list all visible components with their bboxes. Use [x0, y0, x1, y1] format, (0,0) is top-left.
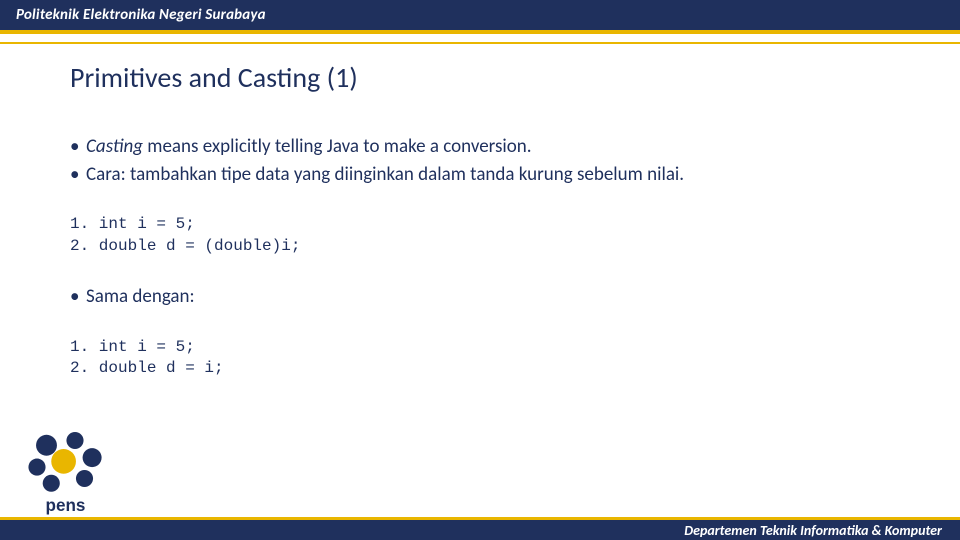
code-block-2: 1. int i = 5; 2. double d = i;: [70, 337, 920, 380]
bullet-3: • Sama dengan:: [70, 283, 920, 311]
header-bar: Politeknik Elektronika Negeri Surabaya: [0, 0, 960, 30]
header-divider: [0, 42, 960, 44]
header-org: Politeknik Elektronika Negeri Surabaya: [16, 6, 266, 24]
bullet-1-text: Casting means explicitly telling Java to…: [86, 133, 532, 161]
code-line: 2. double d = i;: [70, 359, 224, 377]
logo-text: pens: [46, 495, 86, 514]
bullet-2: • Cara: tambahkan tipe data yang diingin…: [70, 161, 920, 189]
bullet-group-1: • Casting means explicitly telling Java …: [70, 133, 920, 188]
bullet-dot-icon: •: [70, 283, 86, 311]
content: Primitives and Casting (1) • Casting mea…: [70, 60, 920, 406]
slide-title: Primitives and Casting (1): [70, 60, 920, 95]
code-block-1: 1. int i = 5; 2. double d = (double)i;: [70, 214, 920, 257]
footer-bar: Departemen Teknik Informatika & Komputer: [0, 520, 960, 540]
bullet-dot-icon: •: [70, 161, 86, 189]
footer-dept: Departemen Teknik Informatika & Komputer: [684, 522, 942, 539]
bullet-2-text: Cara: tambahkan tipe data yang diinginka…: [86, 161, 684, 189]
bullet-3-text: Sama dengan:: [86, 283, 195, 311]
bullet-1: • Casting means explicitly telling Java …: [70, 133, 920, 161]
bullet-1-rest: means explicitly telling Java to make a …: [143, 135, 532, 158]
header-underline: [0, 30, 960, 34]
code-line: 2. double d = (double)i;: [70, 237, 300, 255]
code-line: 1. int i = 5;: [70, 215, 195, 233]
bullet-group-2: • Sama dengan:: [70, 283, 920, 311]
pens-logo: pens: [18, 431, 113, 517]
bullet-1-em: Casting: [86, 135, 143, 158]
slide: Politeknik Elektronika Negeri Surabaya P…: [0, 0, 960, 540]
code-line: 1. int i = 5;: [70, 338, 195, 356]
bullet-dot-icon: •: [70, 133, 86, 161]
